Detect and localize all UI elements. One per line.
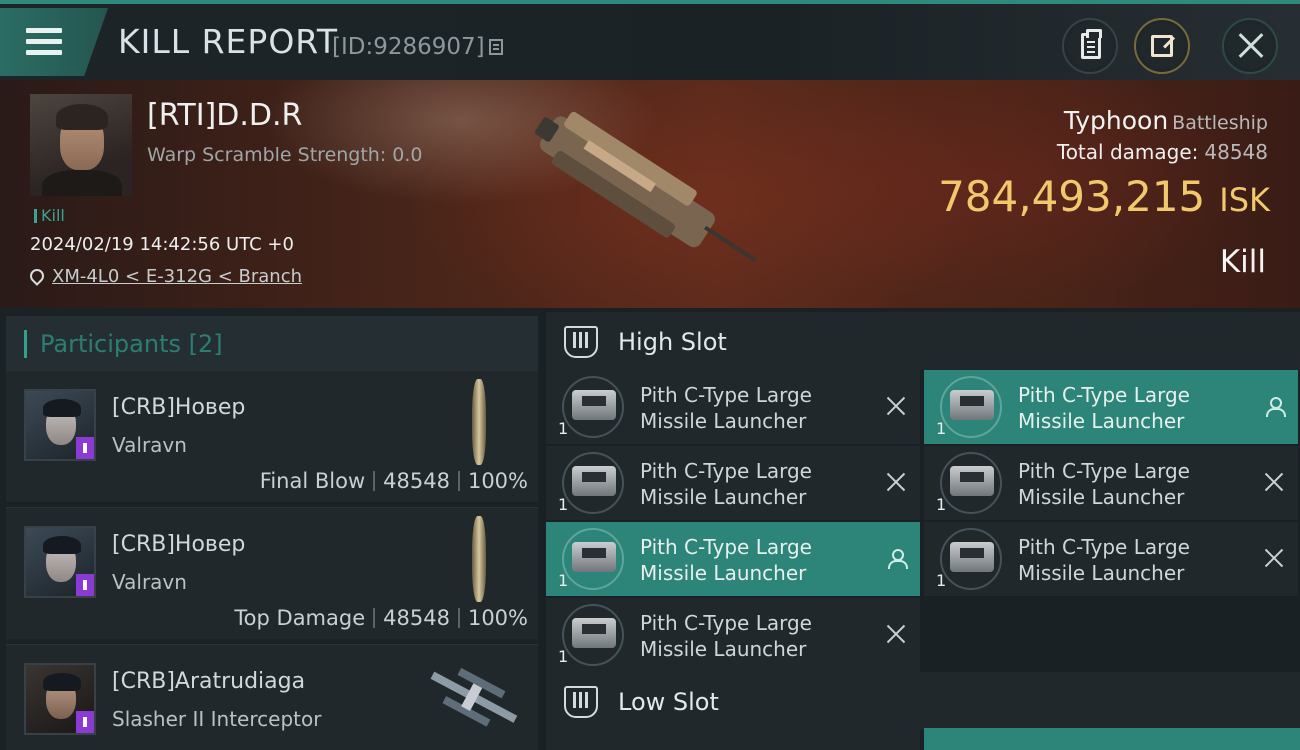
dropped-person-icon bbox=[1264, 396, 1286, 417]
high-slot-title: High Slot bbox=[618, 328, 727, 356]
warp-scramble-strength: Warp Scramble Strength: 0.0 bbox=[147, 144, 423, 166]
low-slot-icon bbox=[564, 686, 598, 718]
participant-stats: Final Blow 48548 100% bbox=[259, 469, 528, 493]
participant-name: [CRB]Aratrudiaga bbox=[112, 669, 306, 694]
menu-button[interactable] bbox=[0, 8, 108, 76]
module-name: Pith C-Type Large Missile Launcher bbox=[1018, 383, 1190, 433]
low-slot-title: Low Slot bbox=[618, 688, 719, 716]
dropped-person-icon bbox=[886, 548, 908, 569]
missile-launcher-icon bbox=[572, 618, 616, 648]
info-badge-icon bbox=[76, 437, 94, 459]
module-tile[interactable]: 1 Pith C-Type Large Missile Launcher bbox=[546, 446, 920, 520]
kill-datetime: 2024/02/19 14:42:56 UTC +0 bbox=[30, 234, 294, 255]
info-badge-icon bbox=[76, 574, 94, 596]
participant-row[interactable]: [CRB]Новер Valravn Final Blow 48548 100% bbox=[6, 370, 538, 502]
module-tile[interactable]: 1 Pith C-Type Large Missile Launcher bbox=[924, 522, 1298, 596]
high-slot-header: High Slot bbox=[546, 312, 1300, 370]
destroyed-icon bbox=[886, 624, 906, 644]
victim-ship-image bbox=[535, 111, 757, 262]
fitting-panel: High Slot 1 Pith C-Type Large Missile La… bbox=[540, 308, 1300, 750]
missile-launcher-icon bbox=[572, 390, 616, 420]
low-slot-header: Low Slot bbox=[546, 672, 1300, 730]
participant-ship: Valravn bbox=[112, 570, 187, 594]
victim-ship-name: Typhoon Battleship bbox=[1063, 106, 1268, 135]
module-qty: 1 bbox=[936, 419, 947, 438]
participant-avatar[interactable] bbox=[24, 663, 96, 735]
hamburger-icon bbox=[26, 28, 62, 61]
module-name: Pith C-Type Large Missile Launcher bbox=[640, 383, 812, 433]
module-name: Pith C-Type Large Missile Launcher bbox=[640, 611, 812, 661]
participant-name: [CRB]Новер bbox=[112, 532, 246, 557]
close-icon bbox=[1237, 32, 1265, 60]
module-tile-partial[interactable] bbox=[924, 728, 1300, 750]
module-tile[interactable]: 1 Pith C-Type Large Missile Launcher bbox=[924, 446, 1298, 520]
participants-header: Participants [2] bbox=[6, 316, 538, 374]
participant-row[interactable]: [CRB]Aratrudiaga Slasher II Interceptor bbox=[6, 644, 538, 750]
page-title: KILL REPORT bbox=[118, 22, 338, 61]
high-slot-icon bbox=[564, 326, 598, 358]
participant-ship: Slasher II Interceptor bbox=[112, 707, 322, 731]
participant-row[interactable]: [CRB]Новер Valravn Top Damage 48548 100% bbox=[6, 507, 538, 639]
participant-ship-thumbnail bbox=[430, 667, 518, 727]
victim-banner: [RTI]D.D.R Warp Scramble Strength: 0.0 K… bbox=[0, 80, 1300, 308]
destroyed-icon bbox=[886, 472, 906, 492]
module-tile[interactable]: 1 Pith C-Type Large Missile Launcher bbox=[546, 522, 920, 596]
kill-location[interactable]: XM-4L0 < E-312G < Branch bbox=[27, 266, 302, 287]
module-qty: 1 bbox=[936, 495, 947, 514]
module-tile[interactable]: 1 Pith C-Type Large Missile Launcher bbox=[924, 370, 1298, 444]
module-tile-partial[interactable] bbox=[546, 728, 920, 750]
module-tile[interactable]: 1 Pith C-Type Large Missile Launcher bbox=[546, 370, 920, 444]
participants-title: Participants [2] bbox=[40, 330, 223, 358]
missile-launcher-icon bbox=[572, 466, 616, 496]
module-qty: 1 bbox=[558, 419, 569, 438]
destroyed-icon bbox=[886, 396, 906, 416]
clipboard-button[interactable] bbox=[1062, 18, 1118, 74]
participant-avatar[interactable] bbox=[24, 526, 96, 598]
location-pin-icon bbox=[27, 266, 47, 286]
module-qty: 1 bbox=[558, 495, 569, 514]
copy-icon[interactable] bbox=[488, 39, 503, 55]
info-badge-icon bbox=[76, 711, 94, 733]
module-qty: 1 bbox=[936, 571, 947, 590]
module-name: Pith C-Type Large Missile Launcher bbox=[640, 459, 812, 509]
participants-panel: Participants [2] [CRB]Новер Valravn Fina… bbox=[0, 308, 540, 750]
victim-name[interactable]: [RTI]D.D.R bbox=[147, 98, 302, 133]
share-icon bbox=[1151, 35, 1173, 57]
participant-ship-thumbnail bbox=[472, 516, 486, 602]
report-id: [ID:9286907] bbox=[332, 34, 503, 60]
kill-result: Kill bbox=[1219, 244, 1266, 280]
kill-tag: Kill bbox=[34, 206, 65, 225]
participant-name: [CRB]Новер bbox=[112, 395, 246, 420]
missile-launcher-icon bbox=[950, 542, 994, 572]
module-qty: 1 bbox=[558, 647, 569, 666]
destroyed-icon bbox=[1264, 548, 1284, 568]
share-button[interactable] bbox=[1134, 18, 1190, 74]
missile-launcher-icon bbox=[950, 390, 994, 420]
destroyed-icon bbox=[1264, 472, 1284, 492]
missile-launcher-icon bbox=[950, 466, 994, 496]
module-name: Pith C-Type Large Missile Launcher bbox=[1018, 459, 1190, 509]
module-name: Pith C-Type Large Missile Launcher bbox=[1018, 535, 1190, 585]
module-name: Pith C-Type Large Missile Launcher bbox=[640, 535, 812, 585]
participant-ship-thumbnail bbox=[472, 379, 486, 465]
isk-value: 784,493,215 ISK bbox=[938, 172, 1270, 221]
module-tile[interactable]: 1 Pith C-Type Large Missile Launcher bbox=[546, 598, 920, 672]
total-damage: Total damage: 48548 bbox=[1056, 140, 1268, 164]
close-button[interactable] bbox=[1222, 18, 1278, 74]
module-qty: 1 bbox=[558, 571, 569, 590]
victim-portrait[interactable] bbox=[30, 94, 132, 196]
clipboard-icon bbox=[1081, 29, 1102, 59]
participant-ship: Valravn bbox=[112, 433, 187, 457]
title-bar: KILL REPORT [ID:9286907] bbox=[0, 0, 1300, 80]
participant-avatar[interactable] bbox=[24, 389, 96, 461]
missile-launcher-icon bbox=[572, 542, 616, 572]
participant-stats: Top Damage 48548 100% bbox=[234, 606, 528, 630]
